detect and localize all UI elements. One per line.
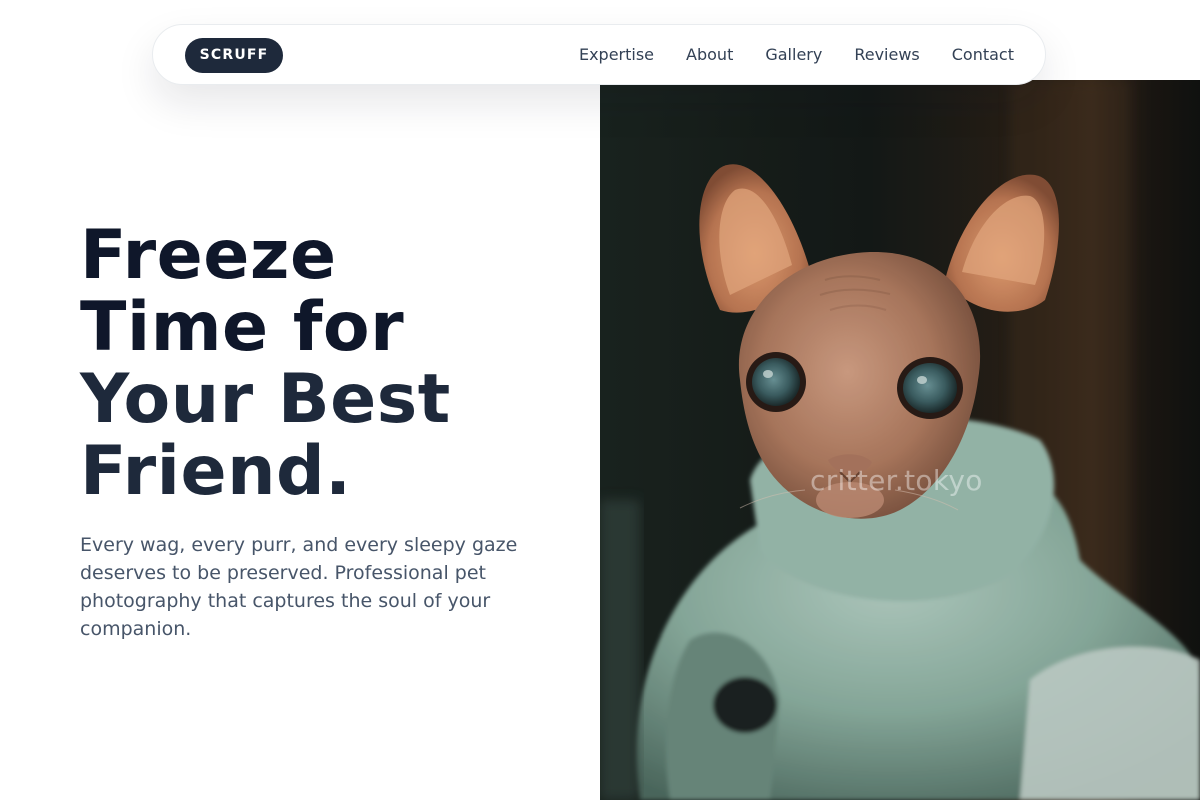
- nav-link-about[interactable]: About: [686, 45, 733, 64]
- nav-link-reviews[interactable]: Reviews: [854, 45, 919, 64]
- nav-links: Expertise About Gallery Reviews Contact: [579, 25, 1014, 84]
- photo-watermark: critter.tokyo: [810, 464, 983, 497]
- nav-link-gallery[interactable]: Gallery: [765, 45, 822, 64]
- headline-line-4: Friend.: [80, 432, 352, 511]
- headline-line-2: Time for: [80, 288, 405, 367]
- nav-link-contact[interactable]: Contact: [952, 45, 1014, 64]
- hero-description: Every wag, every purr, and every sleepy …: [80, 534, 518, 640]
- headline-line-1: Freeze: [80, 216, 337, 295]
- hero-headline: Freeze Time for Your Best Friend.: [80, 220, 590, 508]
- top-navbar: SCRUFF Expertise About Gallery Reviews C…: [152, 24, 1046, 85]
- logo-button[interactable]: SCRUFF: [185, 38, 283, 73]
- sphynx-cat-image: [600, 80, 1200, 800]
- nav-link-expertise[interactable]: Expertise: [579, 45, 654, 64]
- hero-photo: critter.tokyo: [600, 80, 1200, 800]
- headline-line-3: Your Best: [80, 360, 451, 439]
- landing-page: SCRUFF Expertise About Gallery Reviews C…: [0, 0, 1200, 800]
